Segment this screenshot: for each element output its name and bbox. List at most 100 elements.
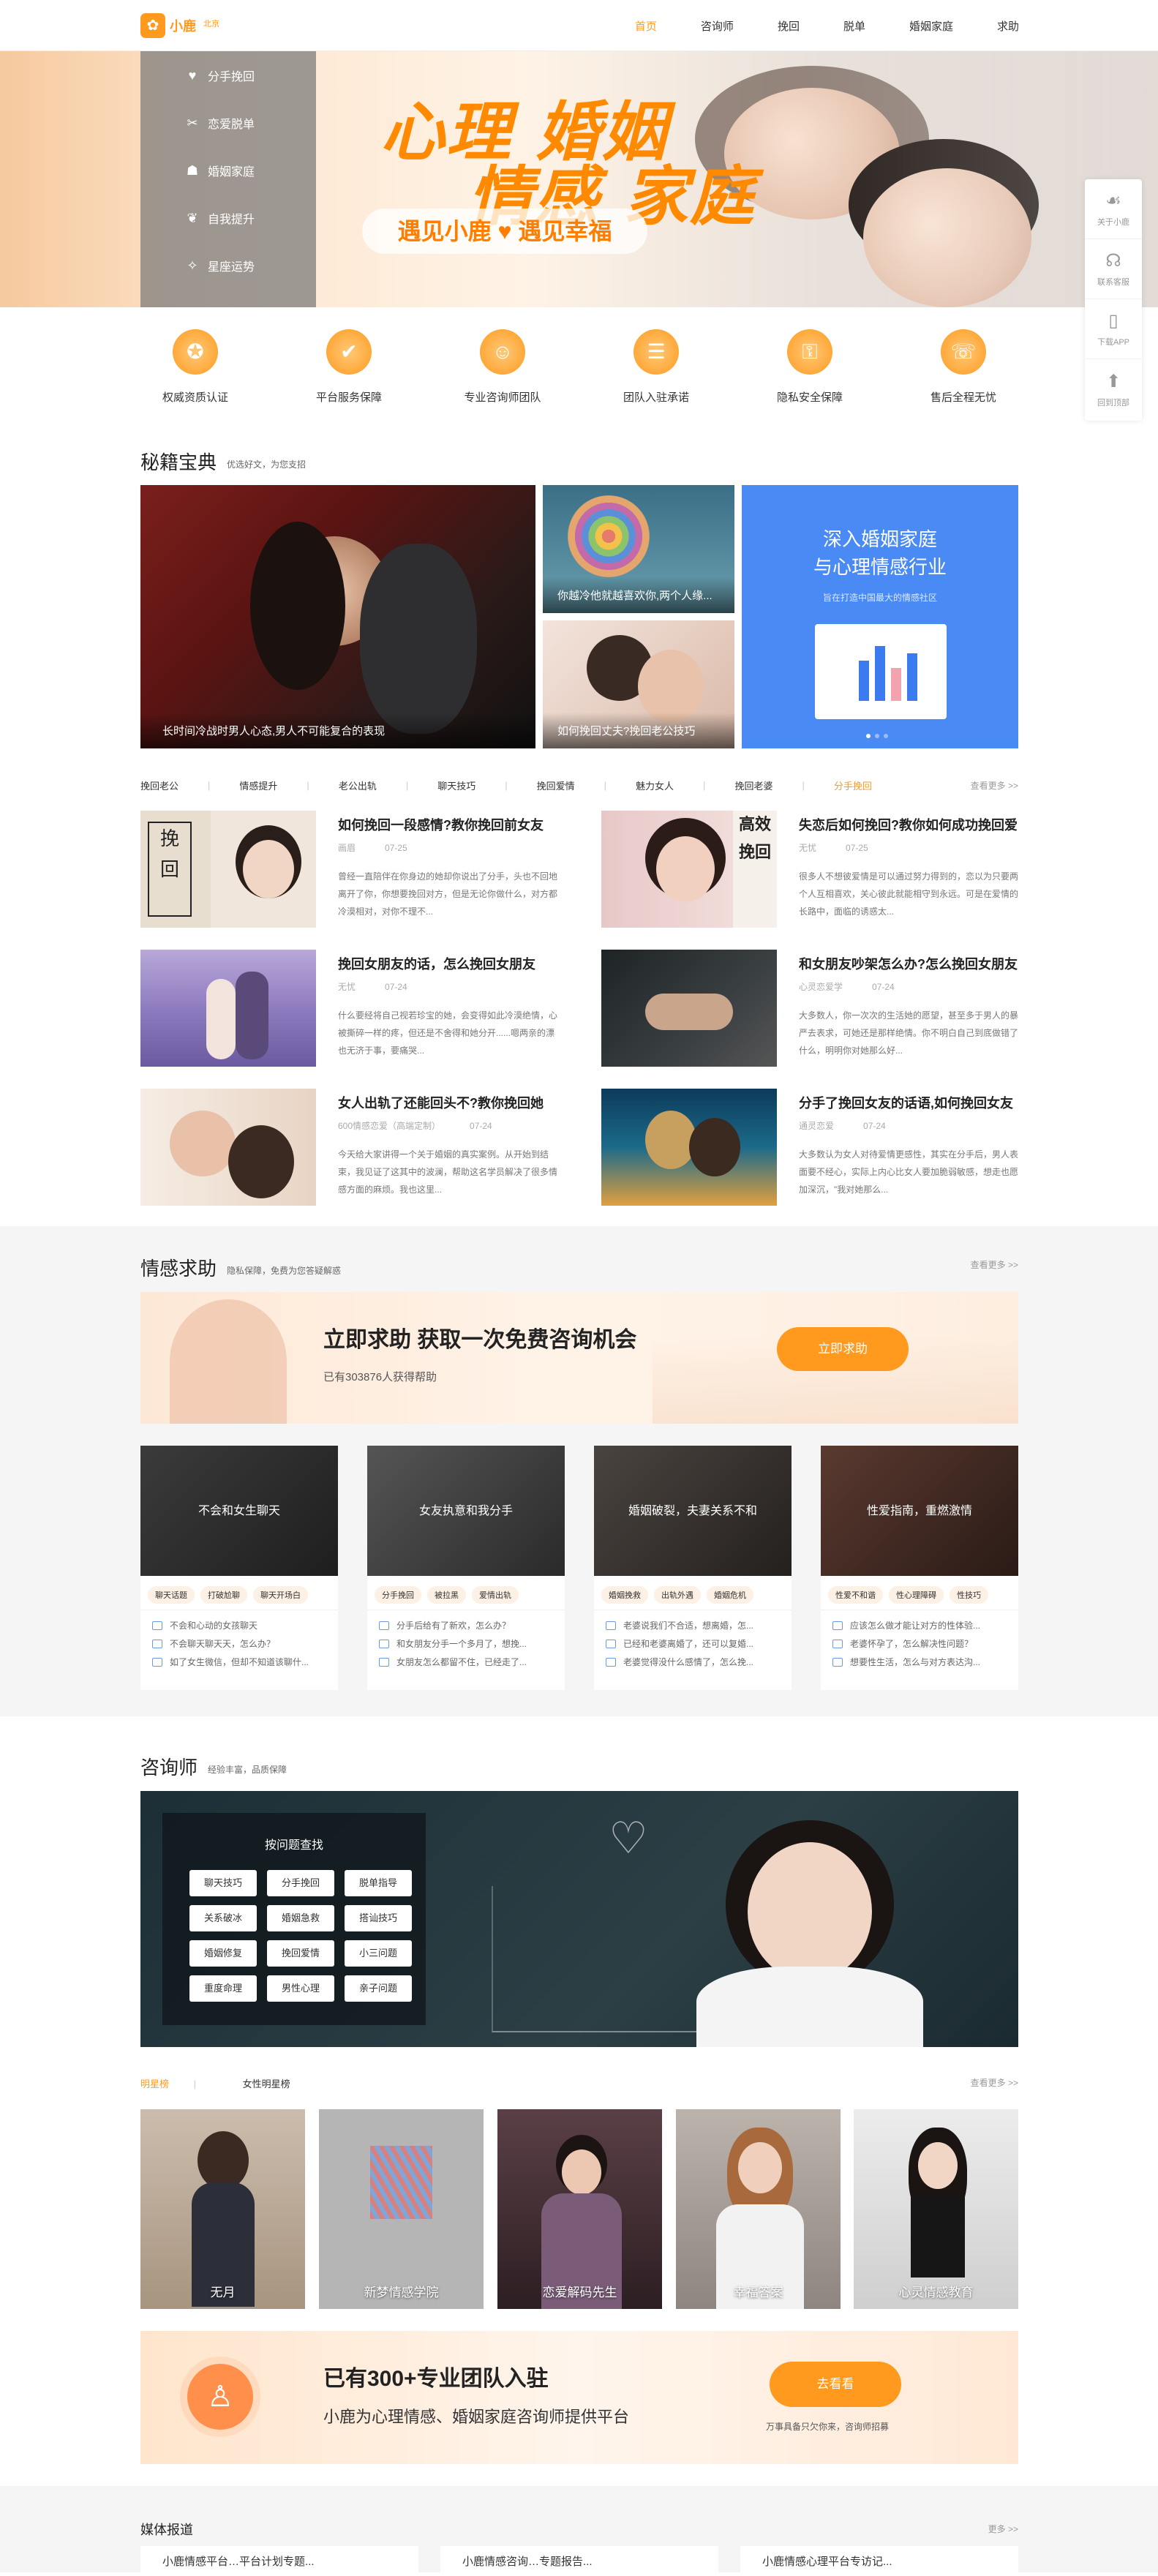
help-question[interactable]: 想要性生活，怎么与对方表达沟...	[821, 1653, 1018, 1671]
help-card[interactable]: 不会和女生聊天 聊天话题 打破尬聊 聊天开场白 不会和心动的女孩聊天 不会聊天聊天天…	[140, 1446, 338, 1690]
about-button[interactable]: ☙ 关于小鹿	[1085, 179, 1142, 239]
article-item[interactable]: 挽回 如何挽回一段感情?教你挽回前女友 画眉 07-25 曾经一直陪伴在你身边的她…	[140, 811, 557, 928]
help-question[interactable]: 女朋友怎么都留不住，已经走了...	[367, 1653, 565, 1671]
problem-button[interactable]: 男性心理	[267, 1975, 334, 2002]
tag-link[interactable]: 挽回老公	[140, 778, 178, 792]
help-tag[interactable]: 婚姻危机	[707, 1586, 753, 1604]
promo-card[interactable]: 深入婚姻家庭 与心理情感行业 旨在打造中国最大的情感社区	[742, 485, 1018, 748]
menu-item-breakup[interactable]: ♥ 分手挽回	[140, 51, 316, 99]
back-to-top-button[interactable]: ⬆ 回到顶部	[1085, 359, 1142, 419]
tag-link-active[interactable]: 分手挽回	[834, 778, 872, 792]
help-tag[interactable]: 聊天话题	[148, 1586, 195, 1604]
problem-button[interactable]: 婚姻修复	[189, 1940, 257, 1967]
nav-recover[interactable]: 挽回	[778, 18, 800, 34]
help-question[interactable]: 不会聊天聊天天，怎么办？	[140, 1634, 338, 1653]
menu-item-horoscope[interactable]: ✧ 星座运势	[140, 241, 316, 289]
tab-female-ranking[interactable]: 女性明星榜	[243, 2079, 290, 2089]
problem-button[interactable]: 分手挽回	[267, 1870, 334, 1896]
help-tag[interactable]: 性心理障碍	[889, 1586, 944, 1604]
tag-link[interactable]: 挽回爱情	[537, 778, 575, 792]
featured-article-bottom[interactable]: 如何挽回丈夫?挽回老公技巧	[543, 620, 734, 748]
article-item[interactable]: 女人出轨了还能回头不?教你挽回她 600情感恋爱（高端定制） 07-24 今天给大…	[140, 1089, 557, 1206]
service-button[interactable]: ☊ 联系客服	[1085, 239, 1142, 299]
consultant-card[interactable]: 无月	[140, 2109, 305, 2309]
tag-link[interactable]: 挽回老婆	[734, 778, 772, 792]
article-title[interactable]: 女人出轨了还能回头不?教你挽回她	[338, 1093, 557, 1112]
help-tag[interactable]: 被拉黑	[427, 1586, 466, 1604]
problem-button[interactable]: 重度命理	[189, 1975, 257, 2002]
feature-item: ✔ 平台服务保障	[294, 329, 404, 405]
problem-button[interactable]: 挽回爱情	[267, 1940, 334, 1967]
problem-button[interactable]: 聊天技巧	[189, 1870, 257, 1896]
help-tag[interactable]: 性技巧	[950, 1586, 988, 1604]
help-tag[interactable]: 性爱不和谐	[828, 1586, 883, 1604]
nav-home[interactable]: 首页	[635, 18, 657, 34]
tag-link[interactable]: 情感提升	[239, 778, 277, 792]
menu-item-dating[interactable]: ✂ 恋爱脱单	[140, 99, 316, 146]
featured-article-main[interactable]: 长时间冷战时男人心态,男人不可能复合的表现	[140, 485, 535, 748]
consultant-card[interactable]: 心灵情感教育	[854, 2109, 1018, 2309]
article-item[interactable]: 高效挽回 失恋后如何挽回?教你如何成功挽回爱 无忧 07-25 很多人不想彼爱情是…	[601, 811, 1018, 928]
problem-button[interactable]: 关系破冰	[189, 1905, 257, 1931]
download-app-button[interactable]: ▯ 下载APP	[1085, 299, 1142, 359]
help-question[interactable]: 如了女生微信，但却不知道该聊什...	[140, 1653, 338, 1671]
article-title[interactable]: 失恋后如何挽回?教你如何成功挽回爱	[799, 815, 1018, 834]
article-title[interactable]: 如何挽回一段感情?教你挽回前女友	[338, 815, 557, 834]
help-tag[interactable]: 聊天开场白	[253, 1586, 308, 1604]
problem-button[interactable]: 脱单指导	[345, 1870, 412, 1896]
help-question[interactable]: 老婆怀孕了，怎么解决性问题？	[821, 1634, 1018, 1653]
hero-banner[interactable]: ♥ 分手挽回 ✂ 恋爱脱单 ☗ 婚姻家庭 ❦ 自我提升 ✧ 星座运势 心理 婚姻 情感 家…	[0, 51, 1158, 307]
help-question[interactable]: 已经和老婆离婚了，还可以复婚...	[594, 1634, 792, 1653]
media-item[interactable]: 小鹿情感咨询…专题报告...	[440, 2546, 718, 2575]
consultant-card[interactable]: 恋爱解码先生	[497, 2109, 662, 2309]
help-question[interactable]: 分手后给有了新欢，怎么办？	[367, 1616, 565, 1634]
nav-help[interactable]: 求助	[997, 18, 1019, 34]
help-card[interactable]: 婚姻破裂，夫妻关系不和 婚姻挽救 出轨外遇 婚姻危机 老婆说我们不合适，想离婚，怎.…	[594, 1446, 792, 1690]
nav-consultants[interactable]: 咨询师	[701, 18, 734, 34]
secrets-more-link[interactable]: 查看更多 >>	[971, 779, 1018, 792]
help-more-link[interactable]: 查看更多 >>	[971, 1258, 1018, 1271]
media-more-link[interactable]: 更多 >>	[988, 2523, 1018, 2535]
help-tag[interactable]: 出轨外遇	[654, 1586, 701, 1604]
consultants-more-link[interactable]: 查看更多 >>	[971, 2076, 1018, 2089]
nav-marriage[interactable]: 婚姻家庭	[909, 18, 953, 34]
problem-button[interactable]: 亲子问题	[345, 1975, 412, 2002]
help-tag[interactable]: 婚姻挽救	[601, 1586, 648, 1604]
tag-link[interactable]: 老公出轨	[339, 778, 377, 792]
logo[interactable]: ✿ 小鹿 北京	[140, 13, 219, 38]
ask-help-button[interactable]: 立即求助	[777, 1327, 909, 1371]
help-tag[interactable]: 分手挽回	[375, 1586, 421, 1604]
media-item[interactable]: 小鹿情感平台…平台计划专题...	[140, 2546, 418, 2575]
problem-button[interactable]: 搭讪技巧	[345, 1905, 412, 1931]
menu-item-self[interactable]: ❦ 自我提升	[140, 194, 316, 241]
help-tag[interactable]: 打破尬聊	[200, 1586, 247, 1604]
featured-article-top[interactable]: 你越冷他就越喜欢你,两个人缘...	[543, 485, 734, 613]
article-item[interactable]: 挽回女朋友的话，怎么挽回女朋友 无忧 07-24 什么要经将自己视若珍宝的她，会变…	[140, 950, 557, 1067]
city-selector[interactable]: 北京	[203, 18, 219, 29]
consultant-card[interactable]: 幸福答案	[676, 2109, 841, 2309]
problem-button[interactable]: 婚姻急救	[267, 1905, 334, 1931]
help-question[interactable]: 不会和心动的女孩聊天	[140, 1616, 338, 1634]
help-card[interactable]: 性爱指南，重燃激情 性爱不和谐 性心理障碍 性技巧 应该怎么做才能让对方的性体验..…	[821, 1446, 1018, 1690]
chat-icon	[152, 1621, 162, 1630]
go-see-button[interactable]: 去看看	[770, 2362, 901, 2407]
problem-button[interactable]: 小三问题	[345, 1940, 412, 1967]
article-title[interactable]: 挽回女朋友的话，怎么挽回女朋友	[338, 954, 557, 973]
menu-item-marriage[interactable]: ☗ 婚姻家庭	[140, 146, 316, 194]
help-question[interactable]: 和女朋友分手一个多月了，想挽...	[367, 1634, 565, 1653]
tag-link[interactable]: 聊天技巧	[437, 778, 475, 792]
article-title[interactable]: 和女朋友吵架怎么办?怎么挽回女朋友	[799, 954, 1018, 973]
help-question[interactable]: 应该怎么做才能让对方的性体验...	[821, 1616, 1018, 1634]
article-title[interactable]: 分手了挽回女友的话语,如何挽回女友	[799, 1093, 1018, 1112]
article-item[interactable]: 分手了挽回女友的话语,如何挽回女友 通灵恋爱 07-24 大多数认为女人对待爱情更…	[601, 1089, 1018, 1206]
help-card[interactable]: 女友执意和我分手 分手挽回 被拉黑 爱情出轨 分手后给有了新欢，怎么办？ 和女朋友分…	[367, 1446, 565, 1690]
media-item[interactable]: 小鹿情感心理平台专访记...	[740, 2546, 1018, 2575]
help-tag[interactable]: 爱情出轨	[472, 1586, 519, 1604]
tag-link[interactable]: 魅力女人	[636, 778, 674, 792]
nav-dating[interactable]: 脱单	[843, 18, 865, 34]
help-question[interactable]: 老婆觉得没什么感情了，怎么挽...	[594, 1653, 792, 1671]
help-question[interactable]: 老婆说我们不合适，想离婚，怎...	[594, 1616, 792, 1634]
tab-star-ranking[interactable]: 明星榜	[140, 2079, 169, 2089]
article-item[interactable]: 和女朋友吵架怎么办?怎么挽回女朋友 心灵恋爱学 07-24 大多数人，你一次次的生…	[601, 950, 1018, 1067]
consultant-card[interactable]: 新梦情感学院	[319, 2109, 484, 2309]
